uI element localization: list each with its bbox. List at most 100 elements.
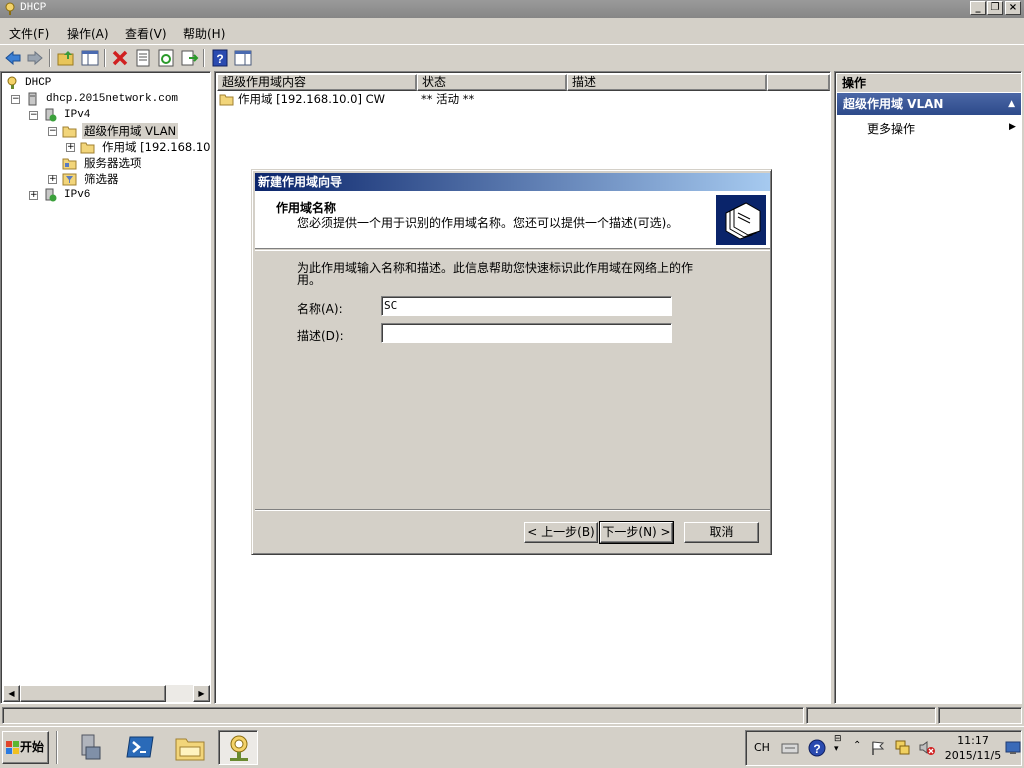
- show-tree-icon[interactable]: [80, 48, 100, 68]
- description-label: 描述(D):: [297, 329, 344, 343]
- tree-label-selected: 超级作用域 VLAN: [82, 123, 179, 139]
- folder-icon: [62, 126, 77, 138]
- help-icon[interactable]: ?: [210, 48, 230, 68]
- list-cell-status: ** 活动 **: [421, 92, 475, 106]
- name-label: 名称(A):: [297, 302, 343, 316]
- clock-time: 11:17: [957, 734, 989, 747]
- server-manager-icon: [81, 734, 101, 760]
- system-tray: CH ? ⊟ ▾ ⌃ 11:17 2015/11/5: [745, 730, 1022, 766]
- collapse-arrow-icon[interactable]: ▲: [1008, 93, 1015, 115]
- tree-label: 筛选器: [84, 172, 119, 186]
- taskbar-separator: [56, 731, 58, 764]
- menu-help[interactable]: 帮助(H): [183, 25, 225, 42]
- close-button[interactable]: ×: [1005, 1, 1021, 15]
- toolbar-separator: [104, 49, 106, 67]
- dhcp-icon: [7, 76, 17, 89]
- more-actions-label: 更多操作: [867, 122, 916, 136]
- menu-action[interactable]: 操作(A): [67, 25, 109, 42]
- action-section-header[interactable]: 超级作用域 VLAN ▲: [837, 93, 1021, 115]
- svg-text:?: ?: [813, 742, 820, 756]
- scroll-left-icon[interactable]: ◀: [3, 685, 20, 702]
- toolbar-separator: [49, 49, 51, 67]
- menu-bar: 文件(F) 操作(A) 查看(V) 帮助(H): [0, 20, 1024, 44]
- dialog-title: 新建作用域向导: [258, 175, 343, 189]
- tray-menu-icon[interactable]: ⊟ ▾: [834, 734, 842, 754]
- column-header-contents[interactable]: 超级作用域内容: [217, 74, 417, 91]
- show-hidden-icons-icon[interactable]: ⌃: [853, 740, 861, 751]
- taskbar-dhcp[interactable]: [218, 730, 258, 765]
- delete-icon[interactable]: [110, 48, 130, 68]
- clock-date: 2015/11/5: [944, 749, 1002, 762]
- up-folder-icon[interactable]: [56, 48, 76, 68]
- action-center-flag-icon[interactable]: [870, 740, 886, 756]
- taskbar-server-manager[interactable]: [70, 730, 110, 765]
- minimize-button[interactable]: _: [970, 1, 986, 15]
- scope-description-input[interactable]: [381, 323, 672, 343]
- server-options-icon: [62, 158, 77, 170]
- tree-label: IPv6: [64, 189, 91, 201]
- action-pane: 操作 超级作用域 VLAN ▲ 更多操作 ▶: [834, 71, 1022, 704]
- help-icon[interactable]: ?: [808, 739, 826, 757]
- start-label: 开始: [20, 740, 45, 754]
- collapse-icon[interactable]: −: [48, 127, 57, 136]
- status-bar: [0, 705, 1024, 725]
- scroll-thumb[interactable]: [20, 685, 166, 702]
- taskbar-explorer[interactable]: [170, 730, 210, 765]
- language-indicator[interactable]: CH: [754, 741, 770, 754]
- status-panel: [2, 707, 804, 724]
- column-header-description[interactable]: 描述: [567, 74, 767, 91]
- restore-button[interactable]: ❐: [987, 1, 1003, 15]
- back-icon[interactable]: [3, 48, 23, 68]
- column-header-status[interactable]: 状态: [417, 74, 567, 91]
- tree-label: IPv4: [64, 109, 91, 121]
- dhcp-icon: [230, 735, 248, 761]
- clock[interactable]: 11:17 2015/11/5: [942, 733, 1004, 763]
- show-desktop-icon[interactable]: [1005, 740, 1021, 756]
- back-button[interactable]: < 上一步(B): [524, 522, 598, 543]
- forward-icon[interactable]: [25, 48, 45, 68]
- keyboard-icon[interactable]: [781, 739, 799, 755]
- expand-icon[interactable]: +: [29, 191, 38, 200]
- taskbar-powershell[interactable]: [120, 730, 160, 765]
- cancel-button[interactable]: 取消: [684, 522, 759, 543]
- ipv4-icon: [45, 108, 57, 122]
- wizard-header: 作用域名称 您必须提供一个用于识别的作用域名称。您还可以提供一个描述(可选)。: [255, 191, 770, 249]
- wizard-page-subtitle: 您必须提供一个用于识别的作用域名称。您还可以提供一个描述(可选)。: [297, 216, 679, 230]
- volume-muted-icon[interactable]: [918, 739, 936, 757]
- filter-icon: [62, 173, 77, 186]
- start-button[interactable]: 开始: [2, 731, 49, 764]
- show-action-pane-icon[interactable]: [233, 48, 253, 68]
- tree-label: DHCP: [25, 77, 52, 89]
- tree-label: 作用域 [192.168.10: [102, 140, 210, 154]
- scope-name-input[interactable]: SC: [381, 296, 672, 316]
- collapse-icon[interactable]: −: [29, 111, 38, 120]
- taskbar: 开始 CH ? ⊟ ▾ ⌃ 11:17 2015/11/5: [0, 726, 1024, 768]
- submenu-arrow-icon: ▶: [1009, 122, 1016, 132]
- next-button[interactable]: 下一步(N) >: [599, 521, 674, 544]
- menu-file[interactable]: 文件(F): [9, 25, 49, 42]
- folder-icon: [80, 142, 95, 154]
- status-panel: [938, 707, 1022, 724]
- tree-label: dhcp.2015network.com: [46, 93, 179, 105]
- expand-icon[interactable]: +: [48, 175, 57, 184]
- export-icon[interactable]: [179, 48, 199, 68]
- scroll-right-icon[interactable]: ▶: [193, 685, 210, 702]
- properties-icon[interactable]: [133, 48, 153, 68]
- menu-view[interactable]: 查看(V): [125, 25, 167, 42]
- network-icon[interactable]: [894, 739, 912, 757]
- refresh-icon[interactable]: [156, 48, 176, 68]
- expand-icon[interactable]: +: [66, 143, 75, 152]
- column-header-empty: [767, 74, 830, 91]
- collapse-icon[interactable]: −: [11, 95, 20, 104]
- more-actions-item[interactable]: 更多操作: [867, 120, 915, 137]
- svg-text:?: ?: [216, 52, 223, 66]
- dhcp-app-icon: [5, 2, 15, 15]
- header-divider: [255, 250, 770, 251]
- toolbar-separator: [203, 49, 205, 67]
- ipv6-icon: [45, 188, 57, 202]
- explorer-folder-icon: [175, 738, 205, 761]
- horizontal-scrollbar[interactable]: ◀ ▶: [3, 685, 210, 702]
- folder-icon: [219, 94, 234, 106]
- powershell-icon: [126, 736, 154, 758]
- column-header-bar: 超级作用域内容 状态 描述: [217, 74, 830, 91]
